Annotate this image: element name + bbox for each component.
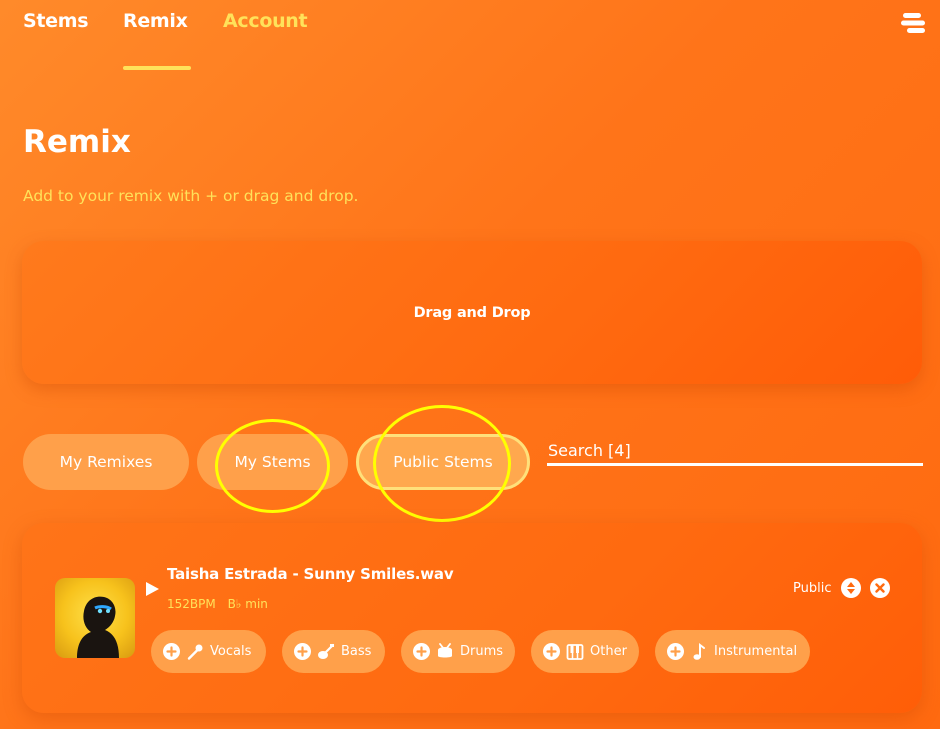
visibility-toggle-icon[interactable] bbox=[841, 578, 861, 598]
track-key: B♭ min bbox=[227, 597, 268, 611]
page-title: Remix bbox=[23, 124, 131, 160]
drag-and-drop-zone[interactable]: Drag and Drop bbox=[22, 241, 922, 384]
plus-icon bbox=[413, 643, 430, 660]
stem-vocals-button[interactable]: Vocals bbox=[151, 630, 266, 673]
stem-label: Drums bbox=[460, 644, 504, 659]
visibility-label: Public bbox=[793, 581, 832, 596]
nav-stems[interactable]: Stems bbox=[23, 10, 89, 32]
track-bpm: 152BPM bbox=[167, 597, 216, 611]
stem-label: Bass bbox=[341, 644, 372, 659]
guitar-icon bbox=[317, 643, 335, 661]
search-field bbox=[547, 438, 923, 468]
plus-icon bbox=[543, 643, 560, 660]
play-icon[interactable] bbox=[144, 581, 160, 597]
page-subtitle: Add to your remix with + or drag and dro… bbox=[23, 187, 359, 205]
tab-public-stems[interactable]: Public Stems bbox=[356, 434, 530, 490]
microphone-icon bbox=[186, 643, 204, 661]
nav-account[interactable]: Account bbox=[223, 10, 308, 32]
menu-icon[interactable] bbox=[901, 12, 925, 34]
stem-label: Instrumental bbox=[714, 644, 798, 659]
piano-icon bbox=[566, 643, 584, 661]
search-input[interactable] bbox=[547, 438, 923, 466]
stem-instrumental-button[interactable]: Instrumental bbox=[655, 630, 810, 673]
tab-my-stems[interactable]: My Stems bbox=[197, 434, 348, 490]
dropzone-label: Drag and Drop bbox=[413, 304, 531, 321]
music-note-icon bbox=[690, 642, 708, 661]
track-meta: 152BPM B♭ min bbox=[167, 597, 276, 611]
tab-my-remixes[interactable]: My Remixes bbox=[23, 434, 189, 490]
stem-bass-button[interactable]: Bass bbox=[282, 630, 385, 673]
track-card: Taisha Estrada - Sunny Smiles.wav 152BPM… bbox=[22, 523, 922, 713]
stem-label: Other bbox=[590, 644, 627, 659]
drum-icon bbox=[436, 642, 454, 661]
stem-other-button[interactable]: Other bbox=[531, 630, 639, 673]
stem-drums-button[interactable]: Drums bbox=[401, 630, 515, 673]
plus-icon bbox=[294, 643, 311, 660]
top-nav: Stems Remix Account bbox=[0, 0, 940, 80]
plus-icon bbox=[163, 643, 180, 660]
track-title: Taisha Estrada - Sunny Smiles.wav bbox=[167, 565, 454, 583]
track-cover-image bbox=[55, 578, 135, 658]
remove-icon[interactable] bbox=[870, 578, 890, 598]
nav-remix[interactable]: Remix bbox=[123, 10, 188, 32]
active-tab-indicator bbox=[123, 66, 191, 70]
stem-label: Vocals bbox=[210, 644, 252, 659]
plus-icon bbox=[667, 643, 684, 660]
